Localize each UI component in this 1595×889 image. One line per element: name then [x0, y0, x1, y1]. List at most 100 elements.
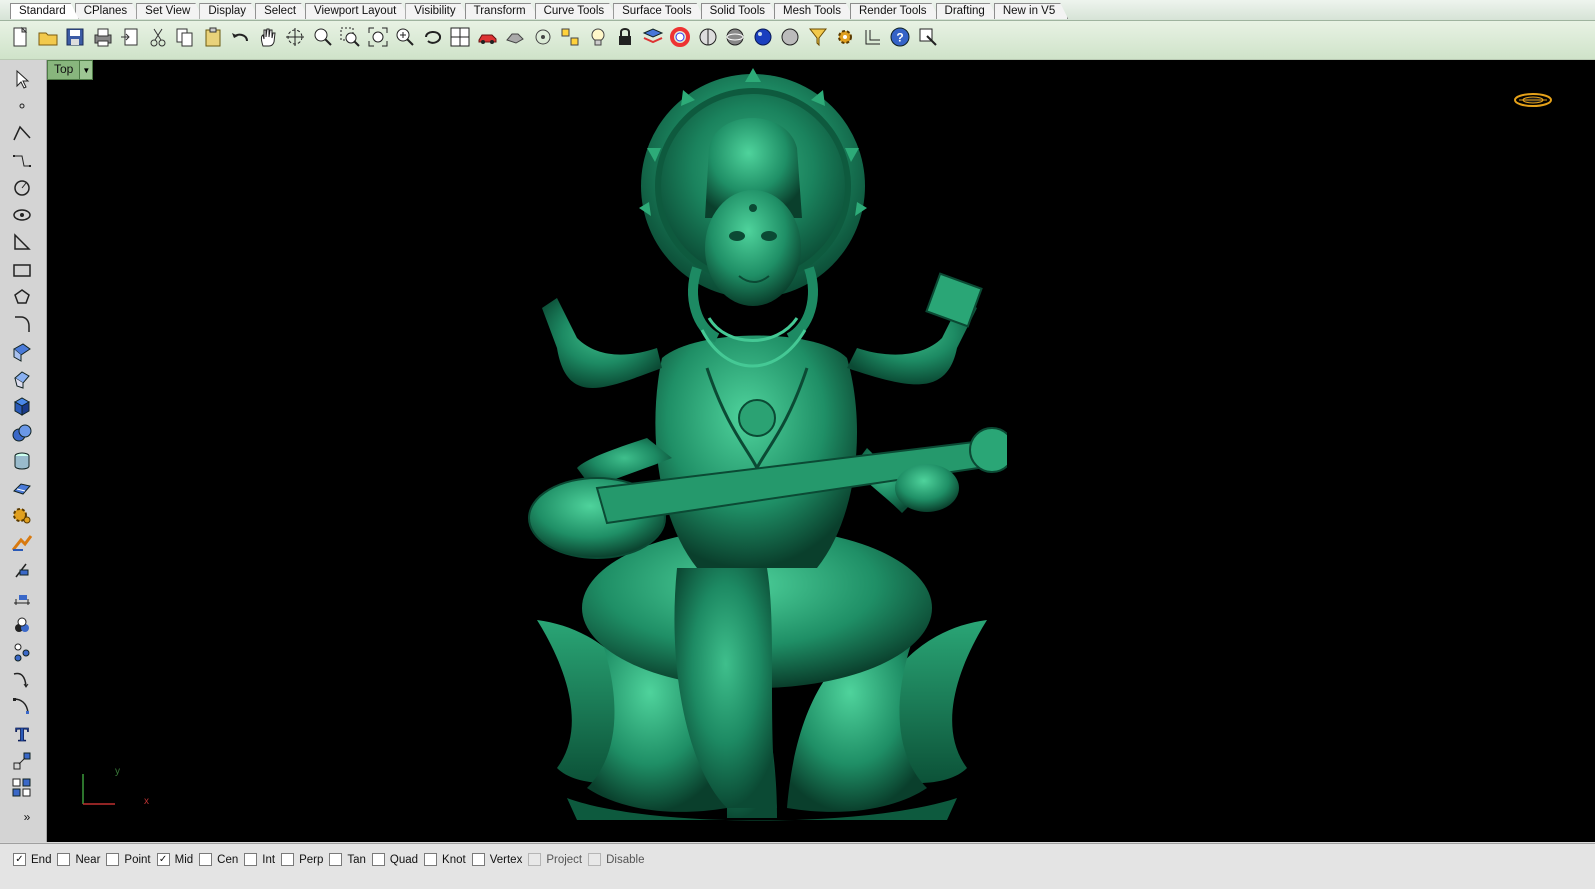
zoom-selected-button[interactable]	[393, 24, 417, 50]
mesh-gear-button[interactable]	[8, 503, 36, 528]
point-button[interactable]	[8, 93, 36, 118]
copy-button[interactable]	[173, 24, 197, 50]
statue-model[interactable]	[447, 68, 1007, 828]
viewport-menu-chevron-icon[interactable]: ▼	[79, 61, 93, 79]
osnap-cen-checkbox[interactable]	[199, 853, 213, 866]
text-button[interactable]: T	[8, 721, 36, 746]
tab-new-in-v5[interactable]: New in V5	[994, 3, 1068, 19]
undo-view-button[interactable]	[421, 24, 445, 50]
osnap-knot[interactable]: Knot	[424, 853, 466, 866]
cut-button[interactable]	[146, 24, 170, 50]
osnap-vertex[interactable]: Vertex	[471, 853, 522, 866]
viewport-title-tab[interactable]: Top ▼	[47, 60, 94, 80]
osnap-tan-checkbox[interactable]	[329, 853, 343, 866]
osnap-quad-checkbox[interactable]	[371, 853, 385, 866]
osnap-int[interactable]: Int	[244, 853, 275, 866]
help-button[interactable]: ?	[888, 24, 912, 50]
fillet-button[interactable]	[8, 312, 36, 337]
polygon-button[interactable]	[8, 284, 36, 309]
wireframe-sphere-button[interactable]	[696, 24, 720, 50]
four-viewports-button[interactable]	[448, 24, 472, 50]
color-wheel-button[interactable]	[668, 24, 692, 50]
hide-button[interactable]	[503, 24, 527, 50]
osnap-mid[interactable]: ✓ Mid	[156, 853, 193, 866]
osnap-vertex-checkbox[interactable]	[471, 853, 485, 866]
osnap-int-checkbox[interactable]	[244, 853, 258, 866]
viewport-name[interactable]: Top	[48, 61, 79, 79]
zoom-dynamic-button[interactable]	[311, 24, 335, 50]
curve-blend-button[interactable]	[8, 667, 36, 692]
osnap-project[interactable]: Project	[528, 853, 582, 866]
polyline-button[interactable]	[8, 121, 36, 146]
ghosted-sphere-button[interactable]	[778, 24, 802, 50]
osnap-end-checkbox[interactable]: ✓	[13, 853, 26, 866]
pan-hand-button[interactable]	[256, 24, 280, 50]
osnap-tan[interactable]: Tan	[329, 853, 366, 866]
osnap-disable-checkbox[interactable]	[588, 853, 602, 866]
osnap-near[interactable]: Near	[57, 853, 100, 866]
lock-button[interactable]	[613, 24, 637, 50]
boolean-button[interactable]	[8, 421, 36, 446]
rendered-sphere-button[interactable]	[751, 24, 775, 50]
tab-curve-tools[interactable]: Curve Tools	[535, 3, 618, 19]
analysis-button[interactable]	[8, 612, 36, 637]
light-bulb-button[interactable]	[586, 24, 610, 50]
tab-display[interactable]: Display	[199, 3, 259, 19]
settings-gear-button[interactable]	[833, 24, 857, 50]
tab-render-tools[interactable]: Render Tools	[850, 3, 940, 19]
cylinder-button[interactable]	[8, 448, 36, 473]
shaded-sphere-button[interactable]	[723, 24, 747, 50]
tab-set-view[interactable]: Set View	[136, 3, 203, 19]
tab-visibility[interactable]: Visibility	[405, 3, 468, 19]
osnap-perp[interactable]: Perp	[281, 853, 323, 866]
tab-select[interactable]: Select	[255, 3, 309, 19]
arc-button[interactable]	[8, 230, 36, 255]
osnap-point-checkbox[interactable]	[106, 853, 120, 866]
osnap-project-checkbox[interactable]	[528, 853, 542, 866]
ellipse-button[interactable]	[8, 202, 36, 227]
select-arrow-button[interactable]	[8, 66, 36, 91]
print-button[interactable]	[91, 24, 115, 50]
rotate-view-button[interactable]	[283, 24, 307, 50]
undo-button[interactable]	[228, 24, 252, 50]
render-button[interactable]	[8, 530, 36, 555]
import-button[interactable]	[118, 24, 142, 50]
zoom-window-button[interactable]	[338, 24, 362, 50]
select-filter-button[interactable]	[806, 24, 830, 50]
osnap-perp-checkbox[interactable]	[281, 853, 295, 866]
tab-surface-tools[interactable]: Surface Tools	[613, 3, 704, 19]
osnap-cen[interactable]: Cen	[199, 853, 238, 866]
snap-grid-button[interactable]	[558, 24, 582, 50]
top-viewport[interactable]: Top ▼ y x	[47, 60, 1595, 842]
curve-button[interactable]	[8, 148, 36, 173]
box-solid-button[interactable]	[8, 394, 36, 419]
viewport-camera-icon[interactable]	[1513, 92, 1553, 108]
tab-standard[interactable]: Standard	[10, 3, 79, 19]
new-file-button[interactable]	[8, 24, 32, 50]
dimension-button[interactable]	[8, 585, 36, 610]
open-folder-button[interactable]	[36, 24, 60, 50]
tab-drafting[interactable]: Drafting	[936, 3, 998, 19]
extrude-button[interactable]	[8, 366, 36, 391]
visibility-circle-button[interactable]	[531, 24, 555, 50]
surface-button[interactable]	[8, 339, 36, 364]
trim-button[interactable]	[8, 557, 36, 582]
rebuild-button[interactable]	[8, 694, 36, 719]
osnap-end[interactable]: ✓ End	[13, 853, 51, 866]
tab-viewport-layout[interactable]: Viewport Layout	[305, 3, 409, 19]
plane-button[interactable]	[8, 475, 36, 500]
osnap-quad[interactable]: Quad	[371, 853, 418, 866]
grid-snap-button[interactable]	[861, 24, 885, 50]
tab-solid-tools[interactable]: Solid Tools	[701, 3, 778, 19]
zoom-extents-button[interactable]	[366, 24, 390, 50]
transform-button[interactable]	[8, 748, 36, 773]
save-button[interactable]	[63, 24, 87, 50]
osnap-knot-checkbox[interactable]	[424, 853, 438, 866]
tab-cplanes[interactable]: CPlanes	[75, 3, 140, 19]
osnap-near-checkbox[interactable]	[57, 853, 71, 866]
car-model-button[interactable]	[476, 24, 500, 50]
group-button[interactable]	[8, 639, 36, 664]
properties-button[interactable]	[916, 24, 940, 50]
osnap-disable[interactable]: Disable	[588, 853, 644, 866]
layer-button[interactable]	[641, 24, 665, 50]
